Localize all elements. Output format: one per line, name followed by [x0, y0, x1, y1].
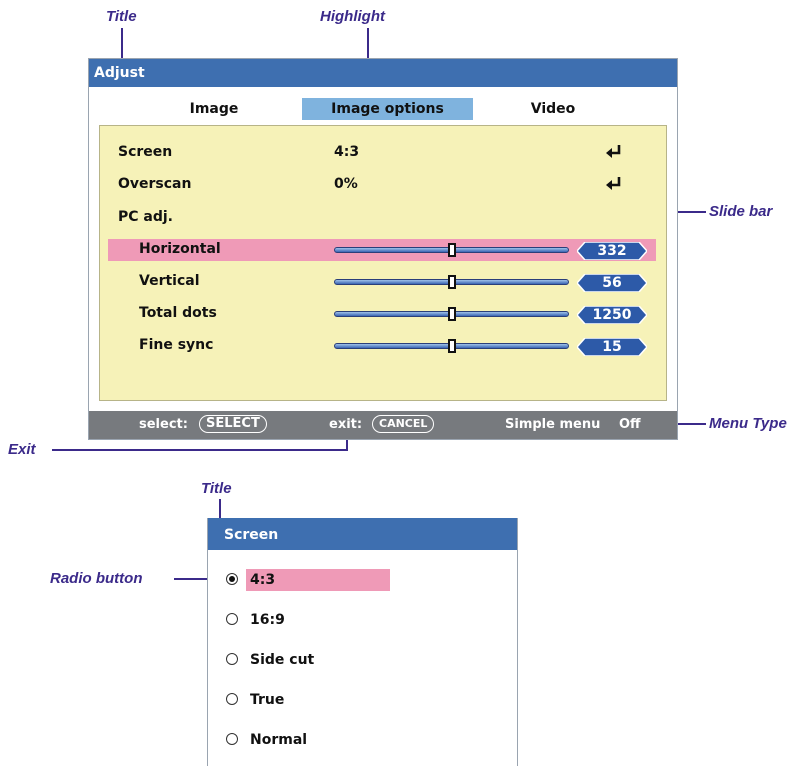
slider-thumb-total-dots[interactable]: [447, 307, 456, 321]
enter-icon[interactable]: [605, 143, 623, 159]
callout-highlight: Highlight: [320, 8, 385, 25]
slider-label-fine-sync[interactable]: Fine sync: [139, 337, 213, 353]
footer-select-label: select:: [139, 417, 188, 432]
callout-slide-bar: Slide bar: [709, 203, 773, 220]
screen-label[interactable]: Screen: [118, 144, 172, 160]
adjust-menu-window: Adjust Image Image options Video Screen …: [88, 58, 678, 440]
overscan-label[interactable]: Overscan: [118, 176, 191, 192]
callout-title-top: Title: [106, 8, 137, 25]
callout-radio-button: Radio button: [50, 570, 143, 587]
radio-label: Normal: [250, 732, 308, 748]
radio-label: True: [250, 692, 285, 708]
slider-value-fine-sync: 15: [577, 338, 647, 356]
cancel-key-button[interactable]: CANCEL: [372, 415, 435, 433]
callout-exit: Exit: [8, 441, 36, 458]
tab-image[interactable]: Image: [159, 98, 269, 120]
slider-label-horizontal[interactable]: Horizontal: [139, 241, 221, 257]
slider-value-vertical: 56: [577, 274, 647, 292]
callout-line: [52, 449, 348, 451]
enter-icon[interactable]: [605, 175, 623, 191]
screen-submenu-window: Screen 4:3 16:9 Side cut True Normal: [207, 518, 518, 766]
footer-exit-label: exit:: [329, 417, 363, 432]
select-key-button[interactable]: SELECT: [199, 415, 267, 433]
radio-label: 16:9: [250, 612, 285, 628]
screen-value: 4:3: [334, 144, 360, 160]
adjust-content-panel: Screen 4:3 Overscan 0% PC adj.: [99, 125, 667, 401]
slider-thumb-vertical[interactable]: [447, 275, 456, 289]
slider-value-total-dots: 1250: [577, 306, 647, 324]
tab-video[interactable]: Video: [503, 98, 603, 120]
window-title: Adjust: [89, 59, 677, 87]
callout-title-bottom: Title: [201, 480, 232, 497]
slider-thumb-fine-sync[interactable]: [447, 339, 456, 353]
simple-menu-value[interactable]: Off: [619, 417, 641, 432]
slider-label-total-dots[interactable]: Total dots: [139, 305, 217, 321]
window-title: Screen: [208, 518, 517, 550]
slider-thumb-horizontal[interactable]: [447, 243, 456, 257]
radio-button-icon[interactable]: [226, 573, 238, 585]
radio-button-icon[interactable]: [226, 693, 238, 705]
adjust-footer: select: SELECT exit: CANCEL Simple menu …: [89, 411, 677, 439]
radio-label: Side cut: [250, 652, 315, 668]
overscan-value: 0%: [334, 176, 358, 192]
pc-adj-label: PC adj.: [118, 209, 173, 225]
tab-image-options[interactable]: Image options: [302, 98, 473, 120]
callout-menu-type: Menu Type: [709, 415, 787, 432]
radio-button-icon[interactable]: [226, 653, 238, 665]
slider-label-vertical[interactable]: Vertical: [139, 273, 200, 289]
radio-label: 4:3: [246, 569, 390, 591]
slider-value-horizontal: 332: [577, 242, 647, 260]
callout-line: [121, 28, 123, 58]
radio-button-icon[interactable]: [226, 733, 238, 745]
simple-menu-label: Simple menu: [505, 417, 601, 432]
radio-button-icon[interactable]: [226, 613, 238, 625]
